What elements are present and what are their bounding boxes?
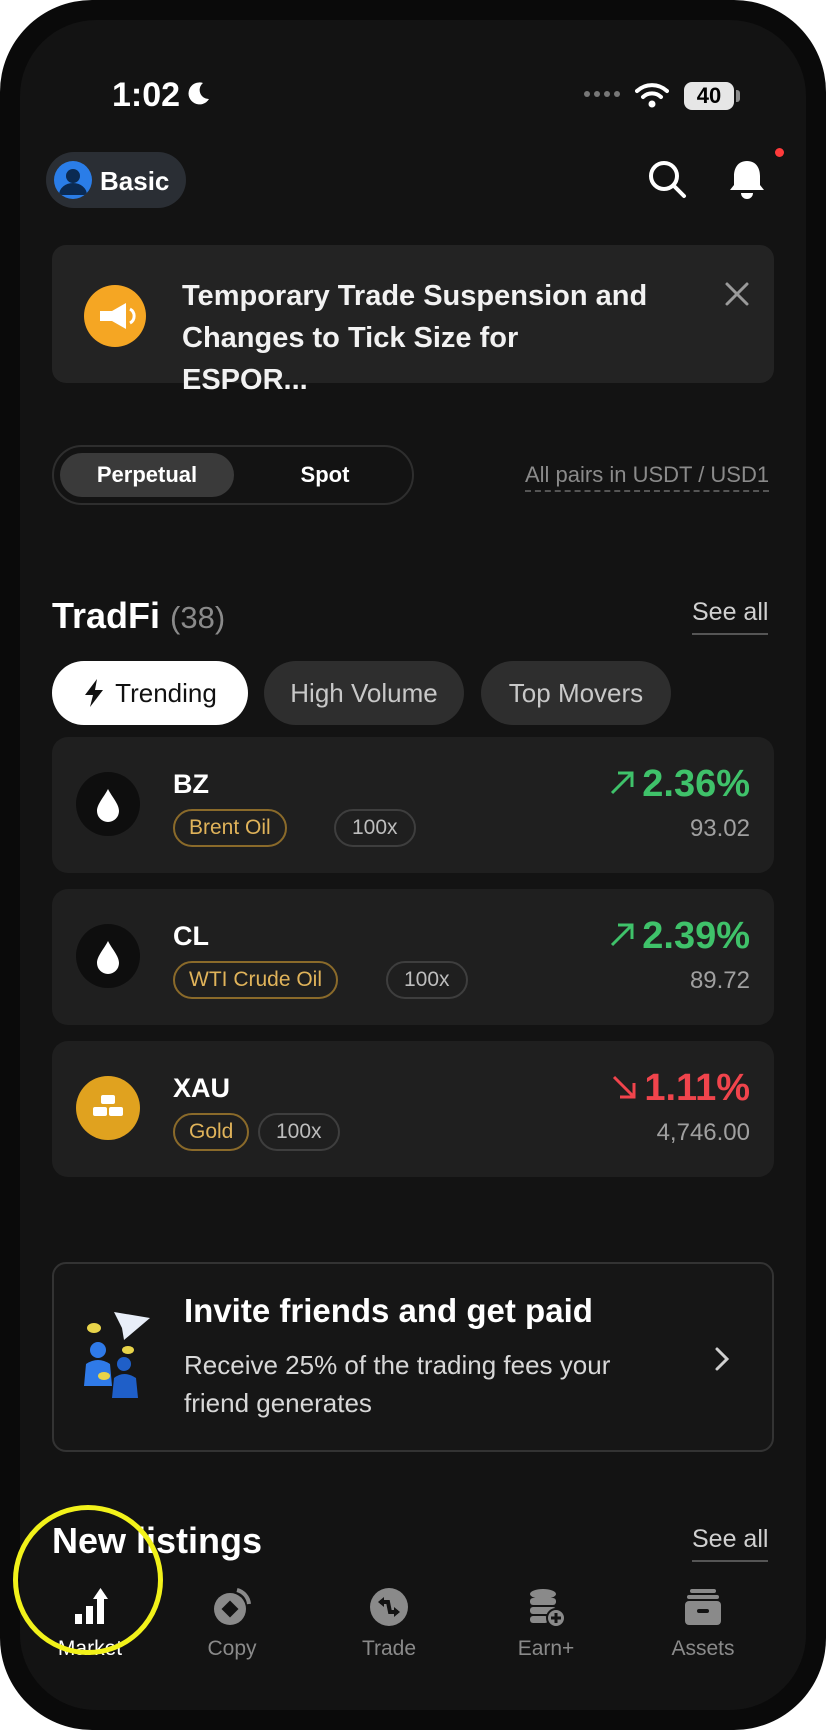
invite-subtitle: Receive 25% of the trading fees your fri…	[184, 1350, 611, 1418]
battery-tip	[736, 90, 740, 102]
asset-name-tag: Gold	[173, 1113, 250, 1151]
tab-assets-label: Assets	[671, 1637, 735, 1660]
highlight-circle	[13, 1505, 163, 1655]
cellular-dots-icon	[584, 91, 620, 97]
tradfi-see-all-link[interactable]: See all	[692, 598, 769, 635]
filter-top-movers[interactable]: Top Movers	[481, 661, 671, 725]
tab-earn[interactable]: Earn+	[486, 1586, 606, 1661]
chevron-right-icon	[715, 1347, 730, 1371]
price-change-value: 2.36%	[642, 763, 750, 805]
megaphone-icon	[84, 285, 146, 347]
earn-icon	[530, 1589, 566, 1628]
search-icon[interactable]	[646, 158, 688, 200]
tradfi-title: TradFi	[52, 595, 161, 636]
price-change: 1.11%	[610, 1067, 750, 1110]
leverage-tag: 100x	[334, 809, 416, 847]
last-price: 93.02	[689, 815, 750, 842]
market-row-bz[interactable]: BZ Brent Oil 100x 2.36% 93.02	[52, 737, 774, 873]
market-row-xau[interactable]: XAU Gold 100x 1.11% 4,746.00	[52, 1041, 774, 1177]
close-icon[interactable]	[724, 281, 750, 307]
price-change: 2.36%	[608, 763, 750, 806]
tab-trade-label: Trade	[361, 1637, 417, 1660]
avatar	[54, 161, 92, 199]
account-tier-button[interactable]: Basic	[46, 152, 186, 208]
phone-frame: 1:02 40 Basic Temporary Trade Suspension…	[0, 0, 826, 1730]
announcement-text: Temporary Trade Suspension and Changes t…	[182, 280, 648, 396]
status-bar: 1:02 40	[20, 20, 806, 140]
arrow-down-right-icon	[613, 1075, 636, 1099]
tab-copy[interactable]: Copy	[172, 1586, 292, 1661]
price-change: 2.39%	[608, 915, 750, 958]
last-price: 4,746.00	[656, 1119, 750, 1146]
tradfi-count: (38)	[170, 600, 226, 635]
new-listings-see-all-link[interactable]: See all	[692, 1525, 769, 1562]
status-time: 1:02	[112, 76, 181, 114]
moon-icon	[188, 82, 209, 105]
user-icon	[59, 169, 87, 195]
leverage-tag: 100x	[258, 1113, 340, 1151]
last-price: 89.72	[689, 967, 750, 994]
tab-perpetual[interactable]: Perpetual	[60, 453, 234, 497]
oil-drop-icon	[76, 924, 140, 988]
tab-trade[interactable]: Trade	[329, 1586, 449, 1661]
trade-icon	[370, 1588, 408, 1626]
notification-bell-icon[interactable]	[728, 158, 766, 200]
arrow-up-right-icon	[611, 923, 634, 947]
battery-indicator: 40	[684, 82, 734, 110]
notification-dot	[775, 148, 784, 157]
lightning-icon	[85, 678, 104, 707]
filter-trending-label: Trending	[115, 678, 217, 708]
wifi-icon	[635, 83, 669, 108]
price-change-value: 1.11%	[644, 1067, 750, 1109]
filter-high-volume[interactable]: High Volume	[264, 661, 464, 725]
gold-bars-icon	[76, 1076, 140, 1140]
market-row-cl[interactable]: CL WTI Crude Oil 100x 2.39% 89.72	[52, 889, 774, 1025]
asset-name-tag: Brent Oil	[173, 809, 287, 847]
announcement-banner[interactable]: Temporary Trade Suspension and Changes t…	[52, 245, 774, 396]
assets-icon	[685, 1589, 721, 1625]
copy-icon	[214, 1588, 251, 1625]
filter-trending[interactable]: Trending	[52, 661, 248, 725]
oil-drop-icon	[76, 772, 140, 836]
symbol: XAU	[173, 1073, 231, 1103]
invite-friends-card[interactable]: Invite friends and get paid Receive 25% …	[52, 1262, 774, 1452]
arrow-up-right-icon	[611, 771, 634, 795]
leverage-tag: 100x	[386, 961, 468, 999]
tab-copy-label: Copy	[207, 1637, 257, 1660]
symbol: CL	[173, 921, 209, 951]
pairs-note-link[interactable]: All pairs in USDT / USD1	[525, 462, 770, 492]
app-screen: 1:02 40 Basic Temporary Trade Suspension…	[20, 20, 806, 1710]
symbol: BZ	[173, 769, 209, 799]
tab-spot[interactable]: Spot	[238, 453, 412, 497]
price-change-value: 2.39%	[642, 915, 750, 957]
account-tier-label: Basic	[100, 166, 170, 196]
invite-title: Invite friends and get paid	[184, 1292, 593, 1329]
referral-illustration-icon	[84, 1312, 150, 1398]
asset-name-tag: WTI Crude Oil	[173, 961, 339, 999]
tab-earn-label: Earn+	[517, 1637, 575, 1660]
tradfi-section-title: TradFi (38)	[52, 595, 225, 637]
market-type-toggle: Perpetual Spot	[52, 445, 414, 505]
tab-assets[interactable]: Assets	[643, 1586, 763, 1661]
